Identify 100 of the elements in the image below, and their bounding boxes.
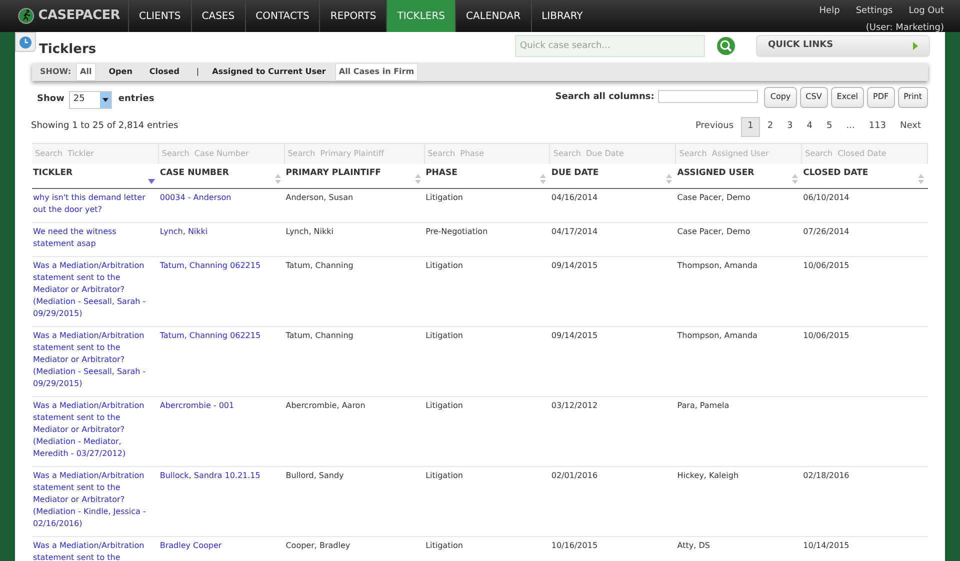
tickler-link[interactable]: Was a Mediation/Arbitration statement sent to the Mediator or Arbitrator? (Mediation - Mediator, Meredith - 03/27/2012) (33, 400, 153, 460)
nav-tab[interactable]: TICKLERS (386, 0, 456, 32)
table-cell: 02/01/2016 (551, 470, 598, 480)
table-cell: 09/14/2015 (551, 260, 598, 270)
search-icon[interactable] (716, 36, 736, 56)
pagination-link[interactable]: Previous (688, 116, 741, 136)
sort-icon[interactable] (274, 174, 281, 184)
table-cell: Litigation (426, 330, 463, 340)
table-cell: Thompson, Amanda (677, 260, 758, 270)
table-cell: 06/10/2014 (803, 192, 850, 202)
export-button[interactable]: PDF (867, 86, 895, 108)
table-cell: Anderson, Susan (286, 192, 354, 202)
pagination-link[interactable]: 2 (760, 116, 780, 136)
table-cell: Para, Pamela (677, 400, 730, 410)
table-cell: 10/14/2015 (803, 540, 850, 550)
status-filter[interactable]: Open (104, 62, 136, 80)
pagination-link[interactable]: 4 (800, 116, 820, 136)
scope-filter[interactable]: Assigned to Current User (208, 62, 330, 80)
status-filter[interactable]: Closed (145, 62, 184, 80)
tickler-link[interactable]: Was a Mediation/Arbitration statement sent to the Mediator or Arbitrator? (Mediation - Seesall, Sarah - 09/29/2015) (33, 330, 153, 390)
quick-links-button[interactable]: QUICK LINKS (756, 34, 930, 57)
column-header[interactable]: CLOSED DATE (802, 164, 928, 188)
status-filter[interactable]: All (76, 62, 96, 80)
header-link[interactable]: Log Out (908, 5, 944, 18)
case-number-link[interactable]: Bullock, Sandra 10.21.15 (160, 470, 279, 482)
table-cell: Pre-Negotiation (426, 226, 488, 236)
export-button[interactable]: Excel (830, 86, 864, 108)
sort-icon[interactable] (918, 174, 924, 184)
table-cell: 09/14/2015 (551, 330, 598, 340)
table-cell: Thompson, Amanda (677, 330, 758, 340)
logo-wordmark[interactable]: CASEPACER (38, 6, 120, 26)
tickler-link[interactable]: Was a Mediation/Arbitration statement sent to the Mediator or Arbitrator? (Mediation - Kindle, Jessica - 02/16/2016) (33, 470, 153, 530)
table-cell: Hickey, Kaleigh (677, 470, 739, 480)
sort-icon[interactable] (792, 174, 798, 184)
column-header[interactable]: DUE DATE (550, 164, 676, 188)
sort-icon[interactable] (666, 174, 672, 184)
table-cell: 10/06/2015 (803, 260, 850, 270)
clock-icon (19, 36, 32, 48)
header-link[interactable]: Settings (856, 5, 893, 18)
table-cell: Litigation (426, 260, 463, 270)
case-number-link[interactable]: Lynch, Nikki (160, 226, 279, 238)
pagination-link[interactable]: 113 (862, 116, 894, 136)
table-cell: 10/06/2015 (803, 330, 850, 340)
column-header[interactable]: PRIMARY PLAINTIFF (284, 164, 425, 188)
scope-filter[interactable]: All Cases in Firm (334, 62, 418, 80)
column-header[interactable]: PHASE (424, 164, 550, 188)
show-label: Show (37, 92, 64, 106)
table-cell: Lynch, Nikki (286, 226, 334, 236)
column-header[interactable]: CASE NUMBER (158, 164, 285, 188)
table-cell: Litigation (426, 192, 463, 202)
case-number-link[interactable]: Tatum, Channing 062215 (160, 330, 279, 342)
search-all-columns-field[interactable] (658, 90, 758, 102)
pagination-link[interactable]: ... (839, 116, 862, 136)
tickler-link[interactable]: Was a Mediation/Arbitration statement sent to the Mediator or Arbitrator? (Mediation - Seesall, Sarah - 09/29/2015) (33, 260, 153, 320)
table-cell: Abercrombie, Aaron (286, 400, 366, 410)
clock-tab[interactable] (15, 32, 36, 52)
table-cell: Litigation (426, 540, 463, 550)
tickler-link[interactable]: why isn't this demand letter out the door yet? (33, 192, 153, 216)
column-header[interactable]: TICKLER (32, 164, 159, 188)
table-cell: 02/18/2016 (803, 470, 850, 480)
export-button[interactable]: CSV (800, 86, 828, 108)
table-cell: Cooper, Bradley (286, 540, 350, 550)
column-header[interactable]: ASSIGNED USER (676, 164, 802, 188)
table-cell: Case Pacer, Demo (677, 226, 750, 236)
table-cell: Case Pacer, Demo (677, 192, 750, 202)
table-cell: Litigation (426, 470, 463, 480)
tickler-link[interactable]: Was a Mediation/Arbitration statement sent to the (33, 540, 153, 561)
page-title: Ticklers (39, 41, 96, 59)
dropdown-caret-icon (100, 92, 112, 108)
quick-case-search-field[interactable]: Quick case search... (515, 34, 705, 57)
case-number-link[interactable]: Abercrombie - 001 (160, 400, 279, 412)
pagination-link[interactable]: 5 (820, 116, 840, 136)
case-number-link[interactable]: 00034 - Anderson (160, 192, 279, 204)
search-all-columns-label: Search all columns: (555, 90, 654, 104)
pagination-link[interactable]: 3 (780, 116, 800, 136)
table-cell: Litigation (426, 400, 463, 410)
table-cell: Tatum, Channing (286, 330, 354, 340)
tickler-link[interactable]: We need the witness statement asap (33, 226, 153, 250)
table-cell: Bullord, Sandy (286, 470, 344, 480)
case-number-link[interactable]: Bradley Cooper (160, 540, 279, 552)
current-user-label: (User: Marketing) (866, 22, 944, 34)
play-arrow-icon (913, 42, 918, 50)
table-cell: 10/16/2015 (551, 540, 598, 550)
entries-label: entries (118, 92, 154, 106)
export-button[interactable]: Print (898, 86, 928, 108)
case-number-link[interactable]: Tatum, Channing 062215 (160, 260, 279, 272)
header-link[interactable]: Help (819, 5, 840, 18)
pagination-link[interactable]: Next (893, 116, 928, 136)
sort-descending-icon[interactable] (148, 178, 155, 184)
page-size-select[interactable]: 25 (69, 90, 112, 108)
sort-icon[interactable] (540, 174, 546, 184)
pagination-link[interactable]: 1 (740, 116, 760, 136)
entries-info: Showing 1 to 25 of 2,814 entries (31, 120, 178, 133)
show-label: SHOW: (40, 66, 72, 78)
table-cell: Tatum, Channing (286, 260, 354, 270)
table-cell: 04/16/2014 (551, 192, 598, 202)
table-cell: 04/17/2014 (551, 226, 598, 236)
export-button[interactable]: Copy (764, 86, 797, 108)
table-cell: 07/26/2014 (803, 226, 850, 236)
sort-icon[interactable] (414, 174, 421, 184)
